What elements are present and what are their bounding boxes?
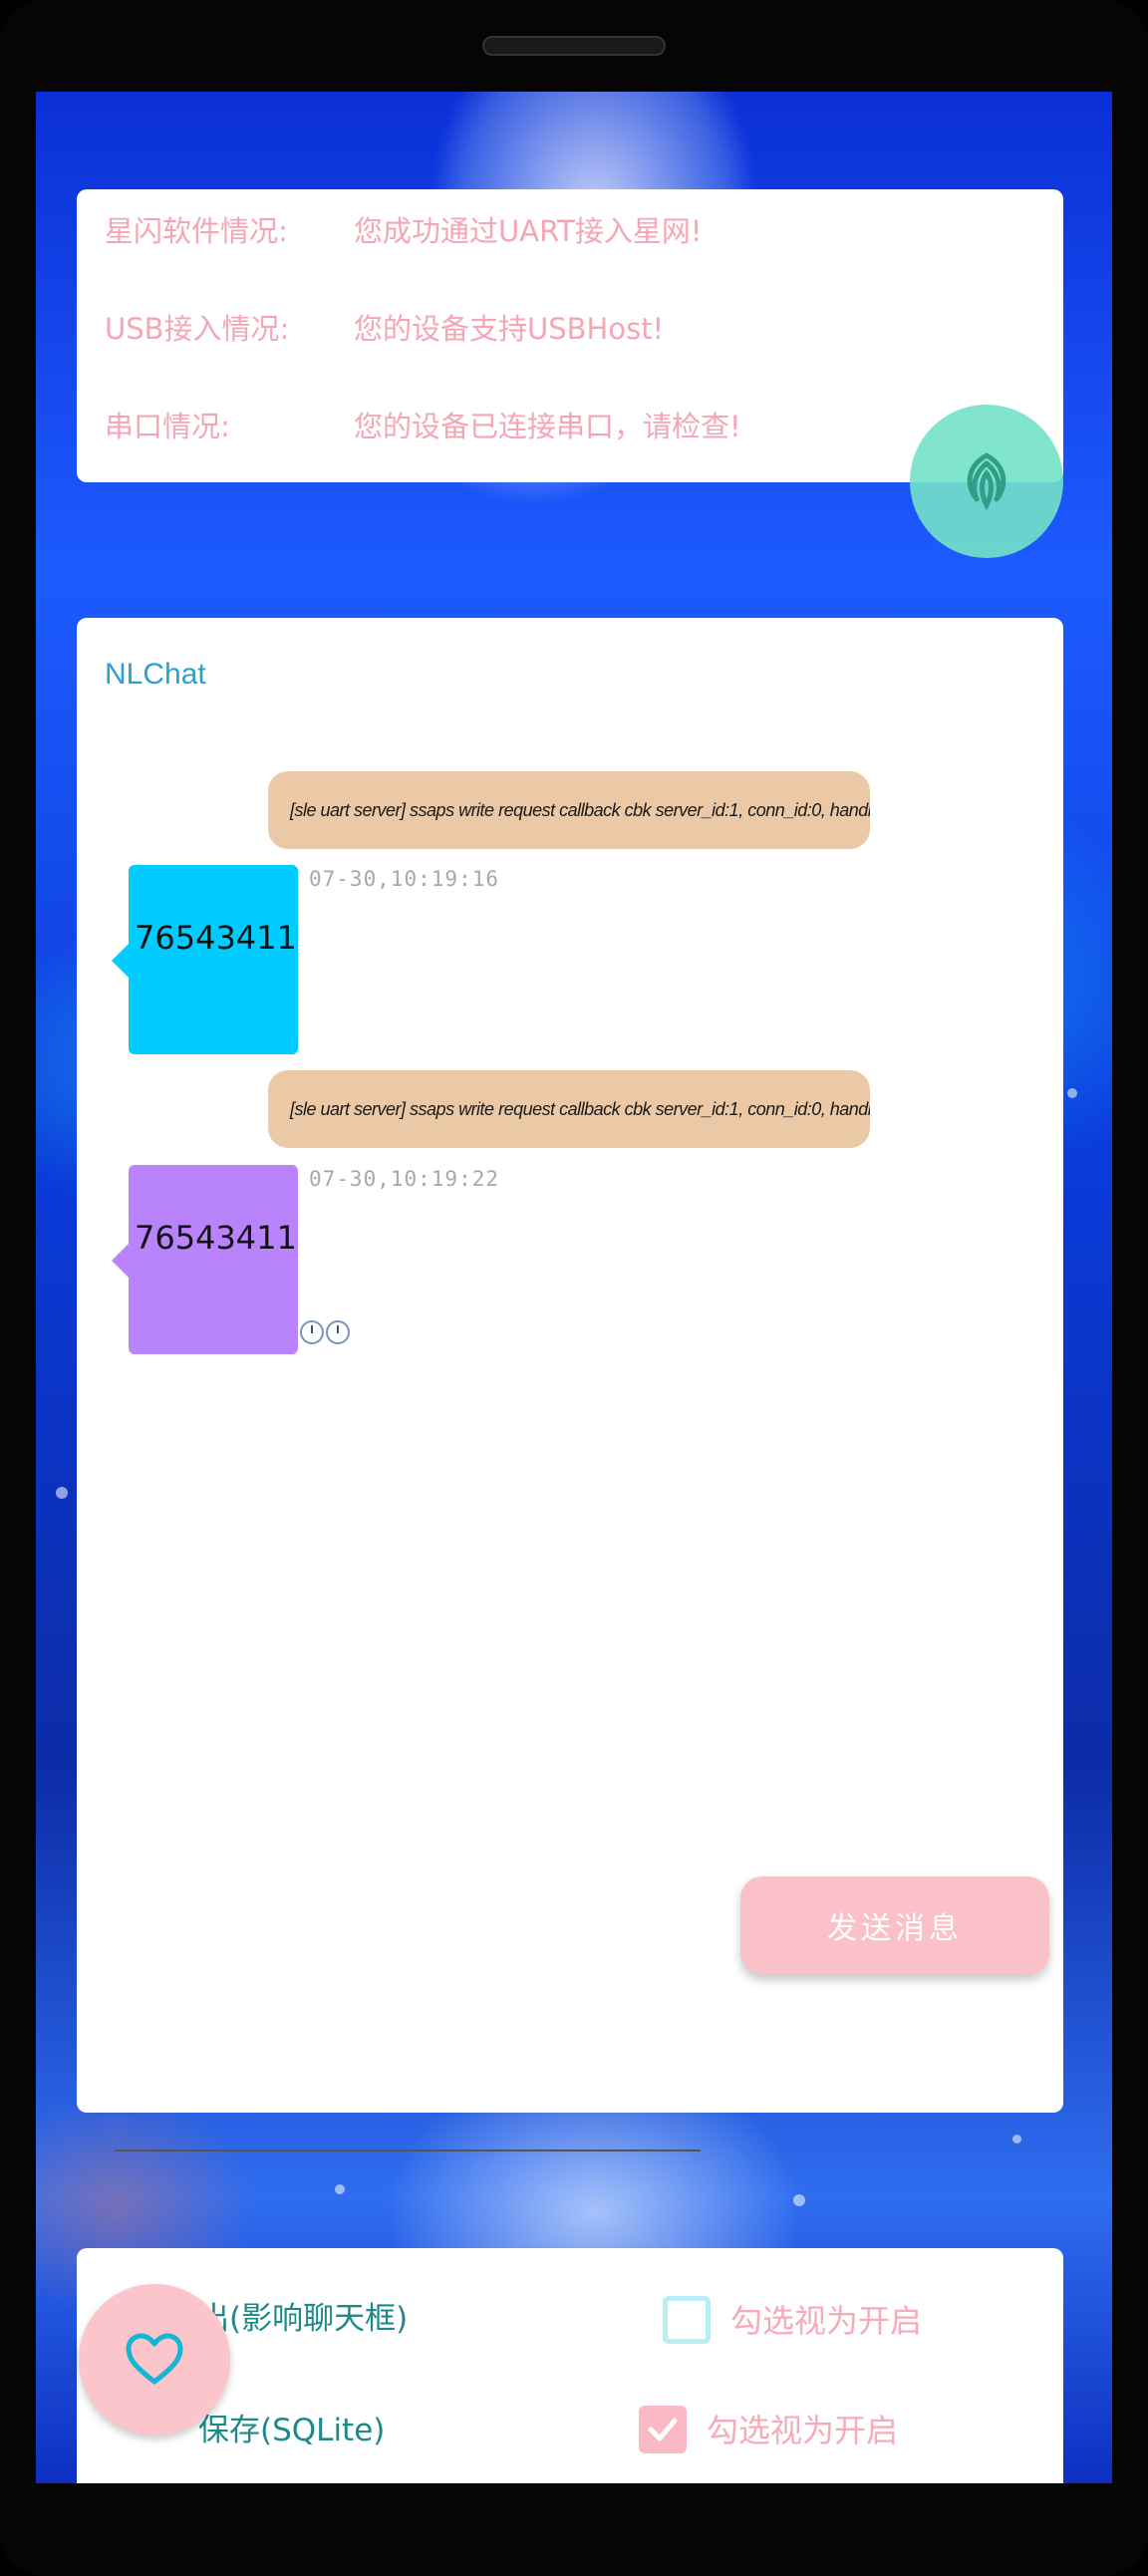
log-message-bubble: [sle uart server] ssaps write request ca… bbox=[268, 771, 870, 849]
setting-save-label: 保存(SQLite) bbox=[198, 2413, 386, 2448]
connection-status-card: 星闪软件情况: 您成功通过UART接入星网! USB接入情况: 您的设备支持US… bbox=[77, 189, 1063, 482]
setting-output-label: 出(影响聊天框) bbox=[198, 2301, 409, 2337]
chat-panel: NLChat [sle uart server] ssaps write req… bbox=[77, 618, 1063, 2151]
phone-frame: 星闪软件情况: 您成功通过UART接入星网! USB接入情况: 您的设备支持US… bbox=[0, 0, 1148, 2576]
heart-icon bbox=[126, 2333, 183, 2385]
setting-save-checkbox[interactable] bbox=[639, 2406, 687, 2453]
status-label: USB接入情况: bbox=[105, 312, 290, 346]
status-value: 您的设备支持USBHost! bbox=[354, 312, 665, 346]
status-row-nearlink: 星闪软件情况: 您成功通过UART接入星网! bbox=[105, 209, 702, 249]
message-text: 76543411 bbox=[135, 919, 297, 957]
status-row-serial: 串口情况: 您的设备已连接串口，请检查! bbox=[105, 405, 741, 444]
send-message-button[interactable]: 发送消息 bbox=[740, 1876, 1049, 1974]
message-timestamp: 07-30,10:19:16 bbox=[309, 867, 500, 891]
clock-icon bbox=[326, 1320, 350, 1344]
message-status-icons bbox=[300, 1320, 350, 1344]
checkbox-label: 勾选视为开启 bbox=[707, 2412, 899, 2449]
message-bubble[interactable]: 76543411 bbox=[112, 865, 298, 1054]
status-value: 您的设备已连接串口，请检查! bbox=[354, 410, 741, 443]
log-message-bubble: [sle uart server] ssaps write request ca… bbox=[268, 1070, 870, 1148]
clock-icon bbox=[300, 1320, 324, 1344]
setting-output-checkbox[interactable] bbox=[663, 2296, 711, 2344]
checkbox-label: 勾选视为开启 bbox=[730, 2302, 923, 2340]
chat-title: NLChat bbox=[105, 658, 206, 691]
app-screen: 星闪软件情况: 您成功通过UART接入星网! USB接入情况: 您的设备支持US… bbox=[36, 92, 1112, 2483]
checkmark-icon bbox=[648, 2418, 678, 2441]
message-bubble[interactable]: 76543411 bbox=[112, 1165, 298, 1354]
message-input[interactable] bbox=[115, 2149, 701, 2151]
speaker-grille bbox=[482, 36, 666, 56]
status-label: 串口情况: bbox=[105, 410, 230, 443]
leaf-logo-icon bbox=[967, 452, 1006, 511]
status-label: 星闪软件情况: bbox=[105, 214, 288, 248]
message-text: 76543411 bbox=[135, 1219, 297, 1257]
favorite-fab-button[interactable] bbox=[79, 2284, 230, 2435]
connect-fab-button[interactable] bbox=[910, 405, 1063, 558]
message-timestamp: 07-30,10:19:22 bbox=[309, 1167, 500, 1191]
status-row-usb: USB接入情况: 您的设备支持USBHost! bbox=[105, 307, 664, 347]
status-value: 您成功通过UART接入星网! bbox=[354, 214, 703, 248]
